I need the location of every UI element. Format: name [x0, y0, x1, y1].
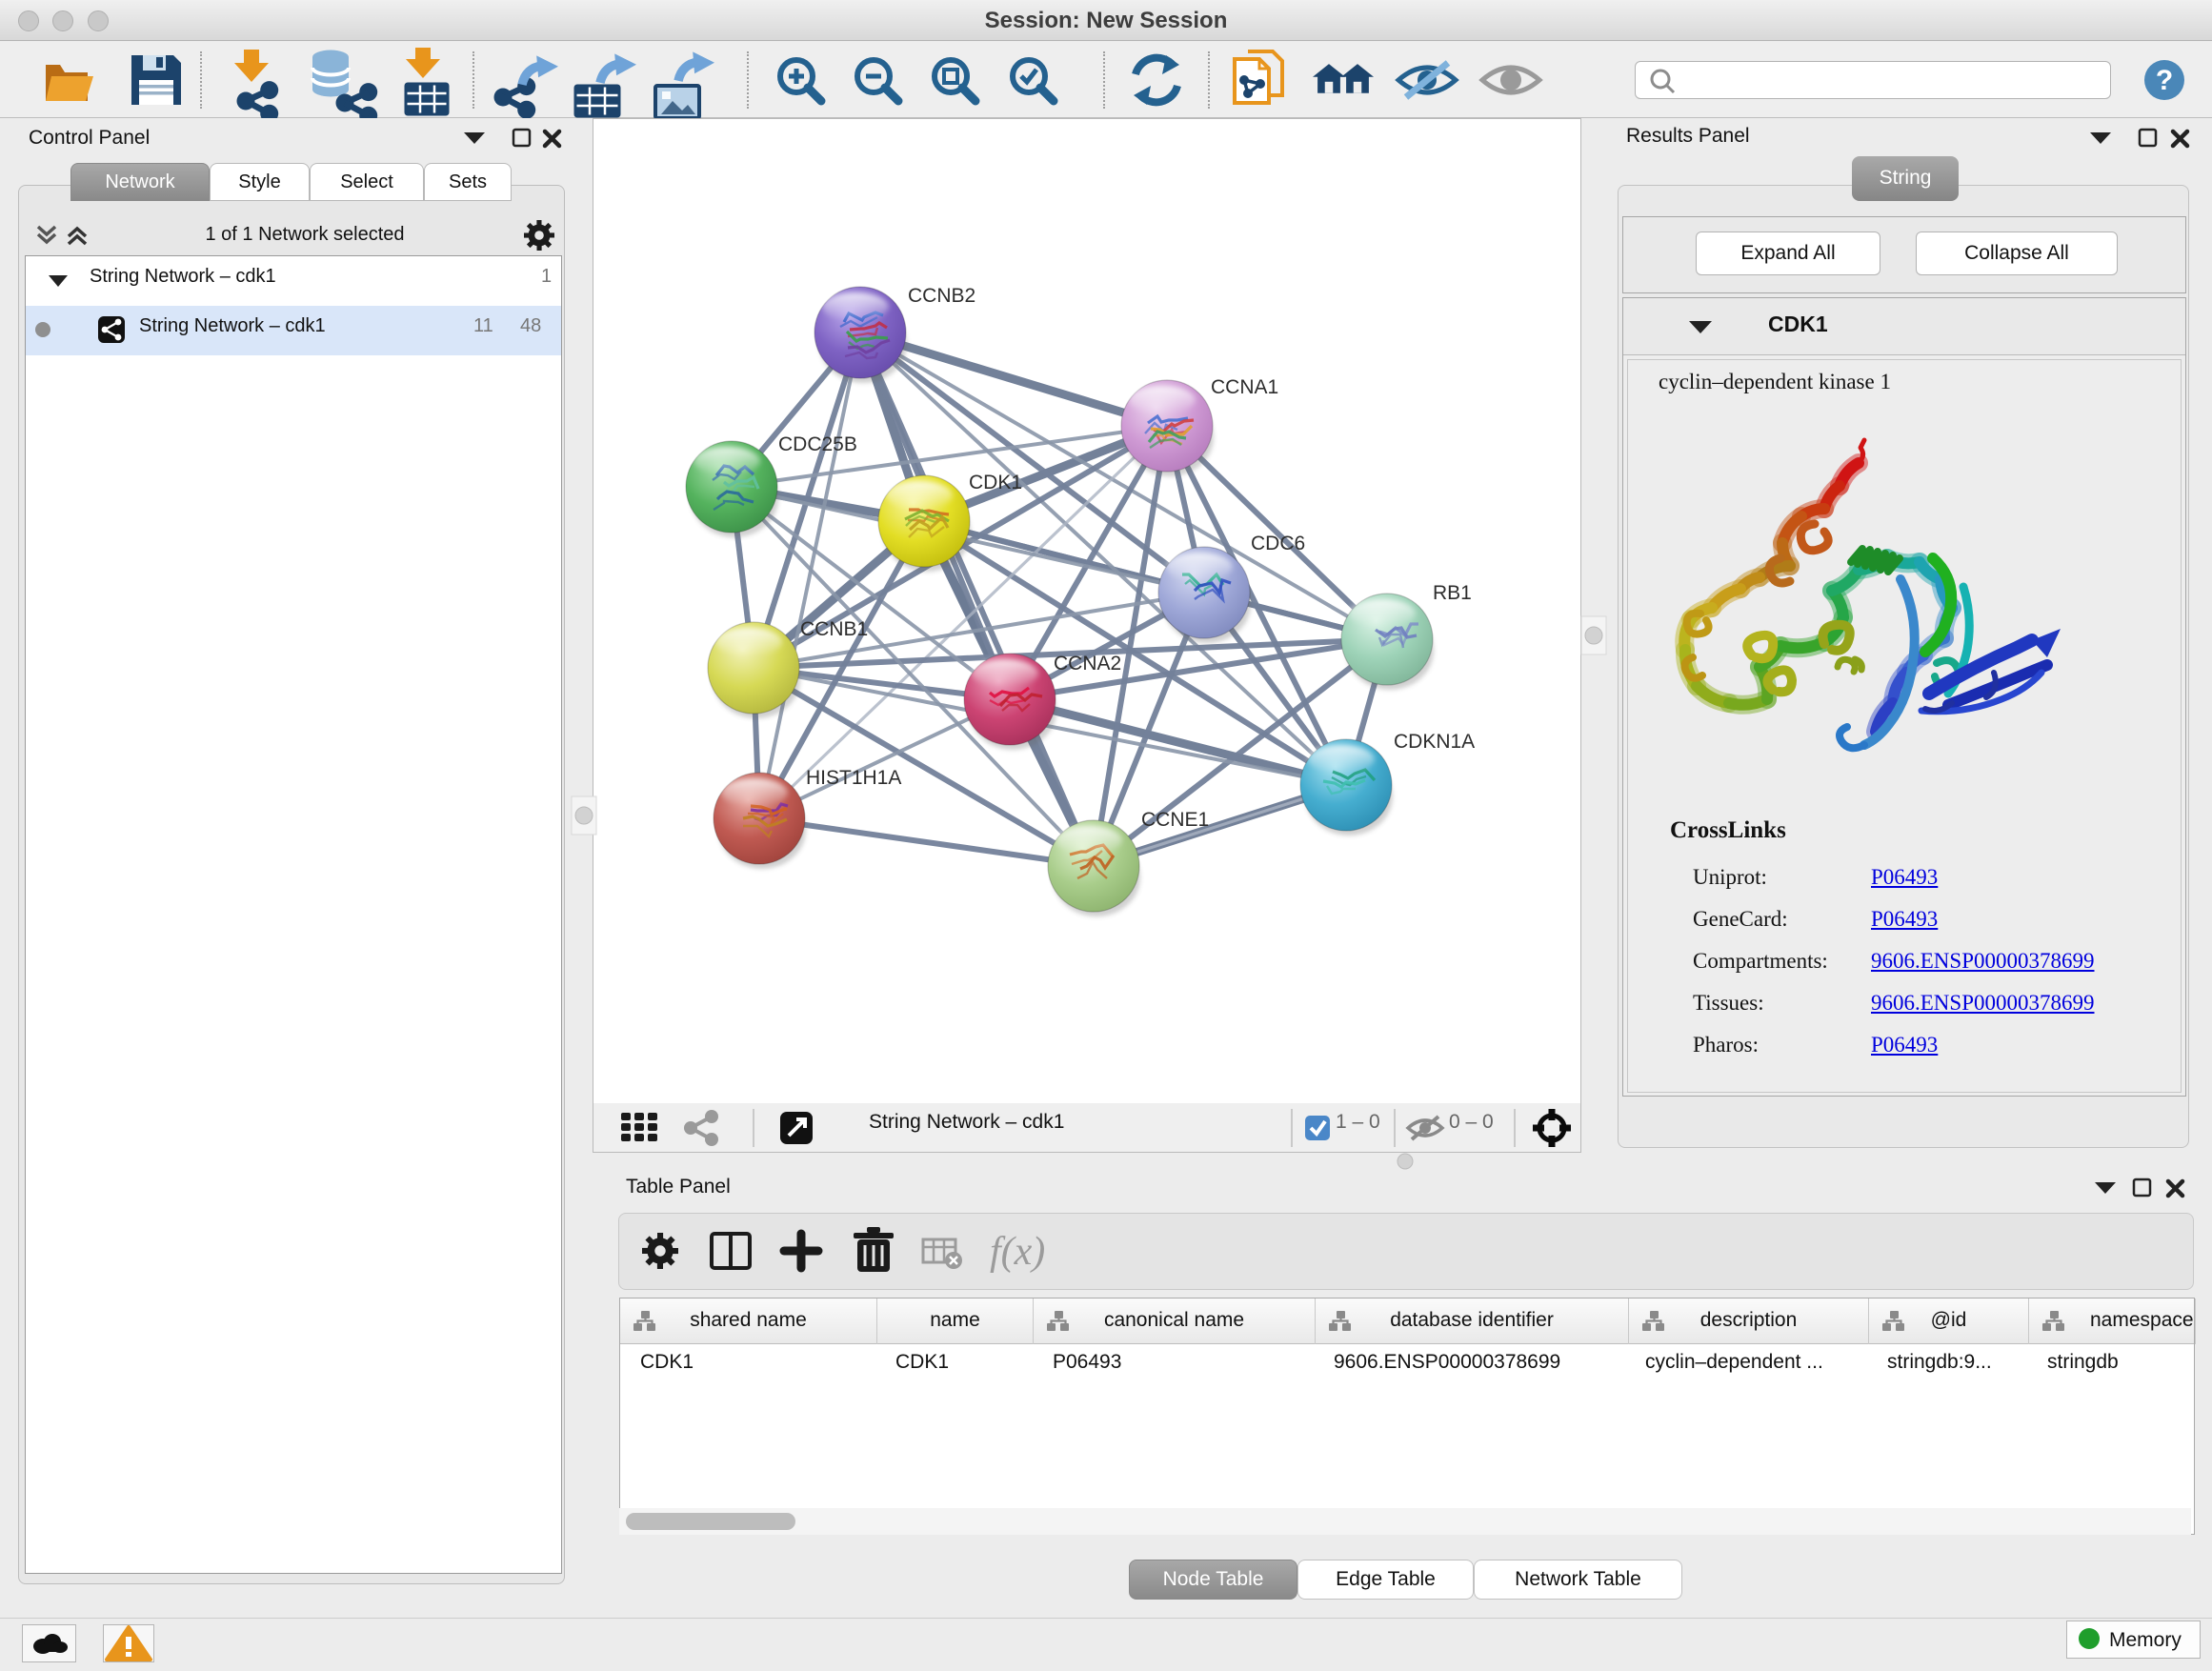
svg-text:CDK1: CDK1 [969, 472, 1022, 493]
svg-text:CCNE1: CCNE1 [1141, 809, 1209, 831]
svg-text:CCNB1: CCNB1 [800, 618, 868, 640]
svg-text:CCNA2: CCNA2 [1054, 653, 1121, 674]
svg-text:CCNB2: CCNB2 [908, 285, 975, 307]
svg-text:CCNA1: CCNA1 [1211, 376, 1278, 398]
svg-text:CDKN1A: CDKN1A [1394, 731, 1475, 753]
svg-text:CDC25B: CDC25B [778, 433, 857, 455]
svg-text:?: ? [2156, 65, 2173, 96]
svg-text:CDC6: CDC6 [1251, 533, 1305, 554]
svg-text:f(x): f(x) [990, 1230, 1045, 1274]
svg-text:RB1: RB1 [1433, 582, 1472, 604]
svg-text:HIST1H1A: HIST1H1A [806, 767, 901, 789]
